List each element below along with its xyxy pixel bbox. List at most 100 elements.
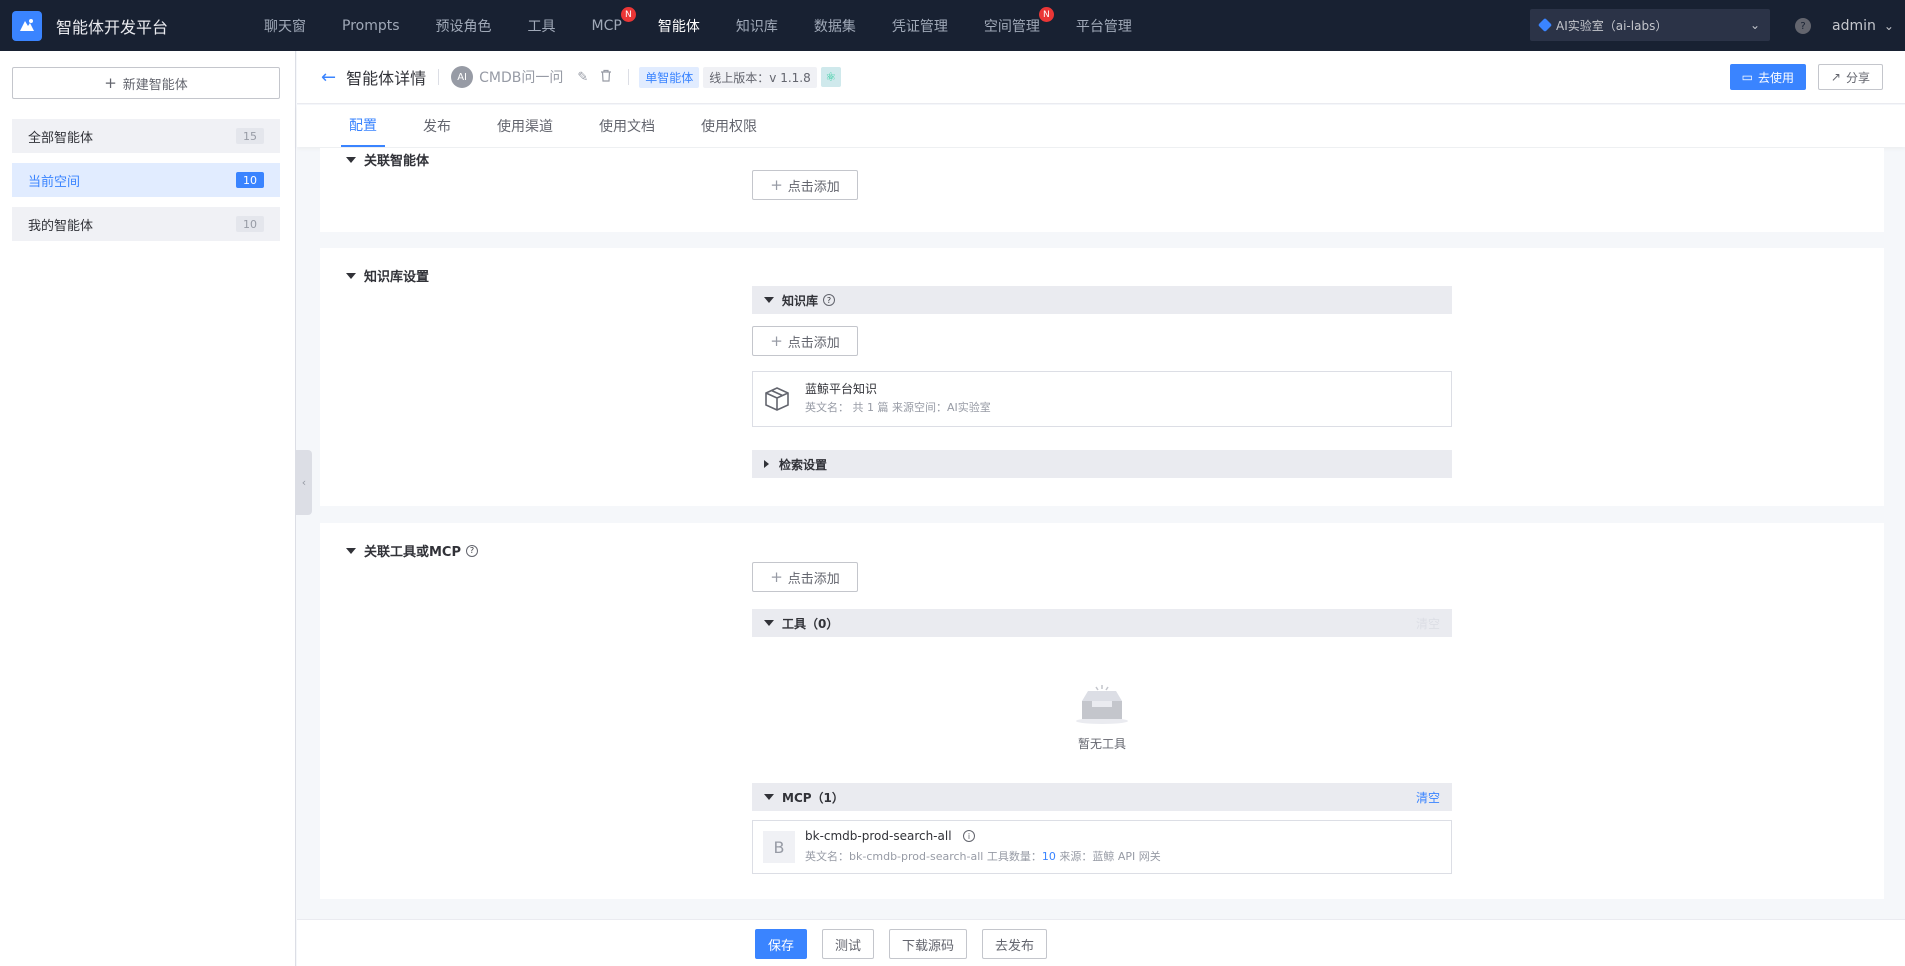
mcp-card[interactable]: B bk-cmdb-prod-search-all i 英文名：bk-cmdb-… xyxy=(752,820,1452,874)
mcp-avatar: B xyxy=(763,831,795,863)
agent-avatar: AI xyxy=(451,66,474,88)
react-icon: ⚛ xyxy=(820,67,841,87)
download-source-button[interactable]: 下载源码 xyxy=(889,929,968,959)
nav-item-credentials[interactable]: 凭证管理 xyxy=(874,0,966,51)
caret-down-icon xyxy=(764,620,774,626)
page-header: ← 智能体详情 AI CMDB问一问 ✎ 单智能体 线上版本：v 1.1.8 ⚛… xyxy=(297,51,1905,104)
caret-down-icon xyxy=(764,794,774,800)
tools-subheader[interactable]: 工具（0） 清空 xyxy=(752,609,1452,637)
divider xyxy=(628,69,630,85)
caret-down-icon xyxy=(346,547,356,554)
test-button[interactable]: 测试 xyxy=(822,929,875,959)
plus-icon: + xyxy=(104,74,117,92)
nav-item-roles[interactable]: 预设角色 xyxy=(418,0,510,51)
edit-icon[interactable]: ✎ xyxy=(577,70,588,85)
chevron-left-icon: ‹ xyxy=(301,476,307,489)
knowledge-cube-icon xyxy=(763,385,791,417)
tools-empty-state: 暂无工具 xyxy=(752,683,1452,752)
nav-item-spaces[interactable]: 空间管理 N xyxy=(966,0,1058,51)
clear-tools-link[interactable]: 清空 xyxy=(1416,615,1440,632)
nav-item-prompts[interactable]: Prompts xyxy=(324,0,418,51)
go-use-button[interactable]: ▭ 去使用 xyxy=(1729,64,1806,90)
sidebar: + 新建智能体 全部智能体 15 当前空间 10 我的智能体 10 xyxy=(0,51,296,966)
new-badge: N xyxy=(1038,7,1054,22)
monitor-icon: ▭ xyxy=(1741,70,1753,84)
count-badge: 15 xyxy=(236,128,264,144)
go-publish-button[interactable]: 去发布 xyxy=(982,929,1048,959)
knowledge-title[interactable]: 知识库设置 xyxy=(346,266,429,285)
caret-down-icon xyxy=(346,272,356,279)
plus-icon: + xyxy=(770,332,783,350)
nav-item-datasets[interactable]: 数据集 xyxy=(796,0,874,51)
tools-title[interactable]: 关联工具或MCP ? xyxy=(346,541,479,560)
linked-agents-panel: 关联智能体 + 点击添加 xyxy=(320,148,1884,232)
nav-item-agents[interactable]: 智能体 xyxy=(640,0,718,51)
nav-item-platform[interactable]: 平台管理 xyxy=(1058,0,1150,51)
save-button[interactable]: 保存 xyxy=(755,929,808,959)
agent-name: CMDB问一问 xyxy=(479,70,564,86)
knowledge-panel: 知识库设置 知识库 ? + 点击添加 蓝鲸平台知识 英文名： 共 1 篇 来源空… xyxy=(320,248,1884,506)
tab-publish[interactable]: 发布 xyxy=(415,105,459,147)
add-agent-button[interactable]: + 点击添加 xyxy=(752,170,858,200)
sidebar-item-all[interactable]: 全部智能体 15 xyxy=(12,119,280,153)
space-icon xyxy=(1537,17,1553,33)
knowledge-subheader[interactable]: 知识库 ? xyxy=(752,286,1452,314)
knowledge-meta: 英文名： 共 1 篇 来源空间：AI实验室 xyxy=(805,401,991,414)
user-menu[interactable]: admin ⌄ xyxy=(1832,0,1894,51)
tab-config[interactable]: 配置 xyxy=(341,105,385,147)
empty-box-icon xyxy=(1076,685,1128,724)
retrieval-settings-header[interactable]: 检索设置 xyxy=(752,450,1452,478)
chevron-down-icon: ⌄ xyxy=(1749,18,1760,32)
space-select[interactable]: AI实验室（ai-labs） ⌄ xyxy=(1530,9,1770,41)
caret-down-icon xyxy=(346,156,356,163)
tab-channels[interactable]: 使用渠道 xyxy=(489,105,561,147)
help-icon[interactable]: ? xyxy=(1795,18,1811,34)
nav-menu: 聊天窗 Prompts 预设角色 工具 MCP N 智能体 知识库 数据集 凭证管… xyxy=(246,0,1150,51)
plus-icon: + xyxy=(770,176,783,194)
back-arrow-icon[interactable]: ← xyxy=(321,67,336,88)
mcp-tool-count[interactable]: 10 xyxy=(1042,850,1056,863)
caret-down-icon xyxy=(764,297,774,303)
share-icon: ↗ xyxy=(1830,70,1841,84)
nav-item-knowledge[interactable]: 知识库 xyxy=(718,0,796,51)
nav-item-chat[interactable]: 聊天窗 xyxy=(246,0,324,51)
brand-title: 智能体开发平台 xyxy=(56,17,169,37)
logo-icon[interactable] xyxy=(12,10,42,41)
question-icon[interactable]: ? xyxy=(823,294,836,306)
sidebar-collapse-handle[interactable]: ‹ xyxy=(296,450,312,515)
count-badge: 10 xyxy=(236,216,264,232)
delete-icon[interactable] xyxy=(600,69,612,86)
nav-item-tools[interactable]: 工具 xyxy=(510,0,574,51)
question-icon[interactable]: ? xyxy=(466,544,479,557)
footer-actions: 保存 测试 下载源码 去发布 xyxy=(297,919,1905,966)
add-tool-button[interactable]: + 点击添加 xyxy=(752,562,858,592)
tab-permissions[interactable]: 使用权限 xyxy=(693,105,765,147)
share-button[interactable]: ↗ 分享 xyxy=(1817,64,1883,90)
plus-icon: + xyxy=(770,568,783,586)
add-knowledge-button[interactable]: + 点击添加 xyxy=(752,326,858,356)
mcp-name: bk-cmdb-prod-search-all xyxy=(805,829,952,843)
chevron-down-icon: ⌄ xyxy=(1883,18,1894,33)
mcp-subheader[interactable]: MCP（1） 清空 xyxy=(752,783,1452,811)
info-icon[interactable]: i xyxy=(963,830,975,842)
new-agent-button[interactable]: + 新建智能体 xyxy=(12,67,280,99)
divider xyxy=(438,69,440,85)
tab-docs[interactable]: 使用文档 xyxy=(591,105,663,147)
caret-right-icon xyxy=(764,460,769,468)
page-title: 智能体详情 xyxy=(346,69,427,88)
empty-text: 暂无工具 xyxy=(1077,737,1126,751)
tools-panel: 关联工具或MCP ? + 点击添加 工具（0） 清空 暂无工具 MCP（1） 清… xyxy=(320,523,1884,899)
knowledge-card[interactable]: 蓝鲸平台知识 英文名： 共 1 篇 来源空间：AI实验室 xyxy=(752,371,1452,427)
agent-type-tag: 单智能体 xyxy=(639,66,700,88)
linked-agents-title[interactable]: 关联智能体 xyxy=(346,150,429,169)
count-badge: 10 xyxy=(236,172,264,188)
nav-item-mcp[interactable]: MCP N xyxy=(574,0,640,51)
top-nav: 智能体开发平台 聊天窗 Prompts 预设角色 工具 MCP N 智能体 知识库… xyxy=(0,0,1905,51)
tab-bar: 配置 发布 使用渠道 使用文档 使用权限 xyxy=(297,105,1905,147)
clear-mcp-link[interactable]: 清空 xyxy=(1416,789,1440,806)
knowledge-name: 蓝鲸平台知识 xyxy=(805,382,878,396)
mcp-meta: 英文名：bk-cmdb-prod-search-all 工具数量：10 来源：蓝… xyxy=(805,850,1161,863)
version-tag: 线上版本：v 1.1.8 xyxy=(703,66,817,88)
sidebar-item-current-space[interactable]: 当前空间 10 xyxy=(12,163,280,197)
sidebar-item-mine[interactable]: 我的智能体 10 xyxy=(12,207,280,241)
